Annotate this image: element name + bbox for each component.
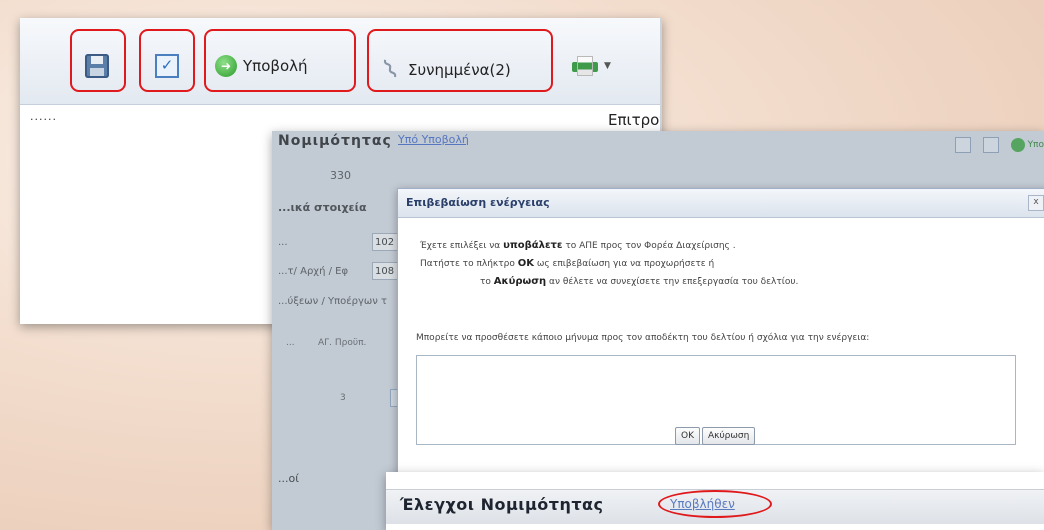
text: αν θέλετε να συνεχίσετε την επεξεργασία …: [546, 277, 799, 287]
chevron-down-icon: ▼: [604, 61, 611, 71]
highlight-status: [658, 490, 772, 518]
submit-button[interactable]: ➜ Υποβολή: [215, 55, 308, 77]
text: το ΑΠΕ προς τον Φορέα Διαχείρισης .: [562, 241, 736, 251]
emphasis: υποβάλετε: [503, 240, 563, 251]
attachments-count: (2): [489, 61, 511, 79]
dialog-screenshot: Νομιμότητας Υπό Υποβολή Υπο 330 ...ικά σ…: [272, 131, 1044, 530]
green-arrow-icon: ➜: [215, 55, 237, 77]
attachments-label: Συνημμένα: [408, 61, 490, 79]
text: το: [480, 277, 494, 287]
submit-label: Υποβολή: [243, 57, 308, 75]
dialog-header: Επιβεβαίωση ενέργειας x: [398, 189, 1044, 218]
emphasis: ΟΚ: [517, 258, 534, 269]
ok-button[interactable]: OK: [675, 427, 700, 445]
message-prompt: Μπορείτε να προσθέσετε κάποιο μήνυμα προ…: [416, 333, 870, 343]
floppy-disk-icon: [85, 54, 109, 78]
right-panel-title: Επιτροπή Αγαλήψεων Έργων (ΑΕΦ): [608, 111, 662, 129]
print-button[interactable]: ▼: [572, 56, 611, 76]
save-button[interactable]: [85, 54, 109, 78]
printer-icon: [572, 56, 598, 76]
message-line2: Πατήστε το πλήκτρο ΟΚ ως επιβεβαίωση για…: [420, 255, 1030, 273]
status-screenshot: Έλεγχοι Νομιμότητας Υποβλήθεν: [386, 472, 1044, 530]
truncated-text: ......: [30, 110, 57, 123]
validate-button[interactable]: ✓: [155, 54, 179, 78]
dialog-message: Έχετε επιλέξει να υποβάλετε το ΑΠΕ προς …: [420, 237, 1030, 291]
page-title: Έλεγχοι Νομιμότητας: [400, 495, 604, 514]
dialog-button-row: OK Ακύρωση: [675, 427, 756, 445]
message-line1: Έχετε επιλέξει να υποβάλετε το ΑΠΕ προς …: [420, 237, 1030, 255]
cancel-button[interactable]: Ακύρωση: [702, 427, 756, 445]
paperclip-icon: ⌇: [377, 53, 404, 87]
text: Πατήστε το πλήκτρο: [420, 259, 518, 269]
message-line3: το Ακύρωση αν θέλετε να συνεχίσετε την ε…: [420, 273, 1030, 291]
emphasis: Ακύρωση: [493, 276, 547, 287]
text: ως επιβεβαίωση για να προχωρήσετε ή: [533, 259, 715, 269]
attachments-button[interactable]: ⌇ Συνημμένα (2): [378, 54, 511, 86]
toolbar: ✓ ➜ Υποβολή ⌇ Συνημμένα (2) ▼: [20, 18, 662, 105]
text: Έχετε επιλέξει να: [420, 241, 504, 251]
checkbox-icon: ✓: [155, 54, 179, 78]
close-icon[interactable]: x: [1028, 195, 1044, 211]
dialog-title: Επιβεβαίωση ενέργειας: [406, 196, 550, 209]
